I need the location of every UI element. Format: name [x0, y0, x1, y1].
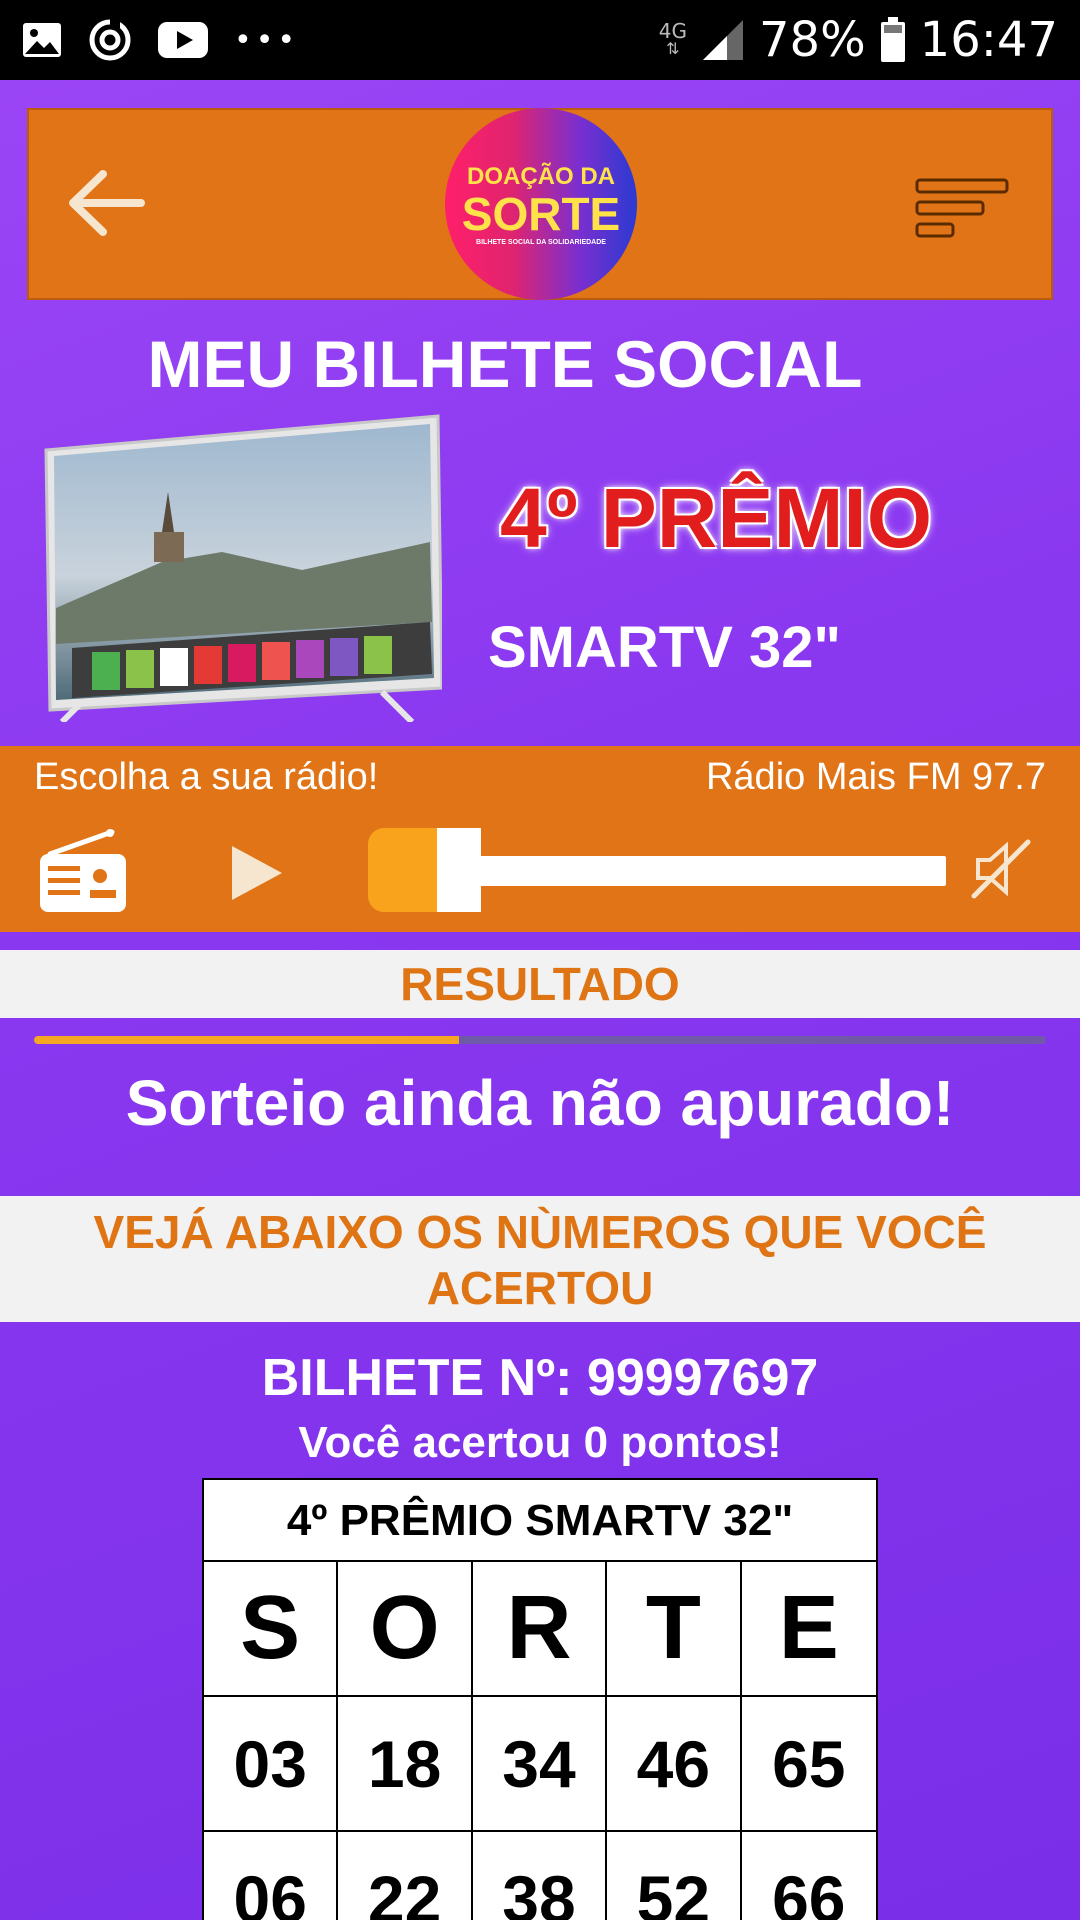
status-bar: ••• 4G ⇅ 78% 16:47	[0, 0, 1080, 80]
prize-name: SMARTV 32"	[488, 615, 842, 680]
app-header: DOAÇÃO DA SORTE BILHETE SOCIAL DA SOLIDA…	[27, 108, 1053, 300]
grid-number: 52	[607, 1832, 742, 1920]
grid-header-letter: T	[607, 1562, 742, 1697]
draw-status-message: Sorteio ainda não apurado!	[125, 1067, 955, 1139]
ticket-card-title: 4º PRÊMIO SMARTV 32"	[204, 1480, 876, 1562]
radio-player: Escolha a sua rádio! Rádio Mais FM 97.7	[0, 746, 1080, 932]
result-heading: RESULTADO	[0, 950, 1080, 1018]
ticket-grid: S O R T E 03 18 34 46 65 06 22 38 52 66	[204, 1562, 876, 1920]
result-progress-bar	[34, 1036, 1046, 1044]
volume-slider-thumb[interactable]	[437, 828, 481, 912]
network-indicator: 4G ⇅	[658, 19, 687, 58]
battery-icon	[880, 17, 905, 62]
volume-slider-fill	[368, 828, 437, 912]
grid-number: 22	[338, 1832, 473, 1920]
grid-number: 66	[742, 1832, 876, 1920]
radio-station-name[interactable]: Rádio Mais FM 97.7	[706, 756, 1046, 799]
signal-icon	[702, 20, 743, 60]
page-title: MEU BILHETE SOCIAL	[147, 327, 863, 401]
grid-header-letter: S	[204, 1562, 339, 1697]
ticket-card: 4º PRÊMIO SMARTV 32" S O R T E 03 18 34 …	[202, 1478, 878, 1920]
grid-header-letter: O	[338, 1562, 473, 1697]
grid-number: 65	[741, 1697, 876, 1832]
grid-number: 06	[204, 1832, 339, 1920]
back-arrow-icon[interactable]	[65, 168, 145, 238]
prize-title: 4º PRÊMIO	[500, 471, 933, 565]
gallery-icon	[23, 23, 61, 57]
grid-number: 38	[473, 1832, 608, 1920]
grid-header-letter: R	[472, 1562, 608, 1697]
clock: 16:47	[919, 12, 1058, 68]
smart-tv-image	[44, 414, 442, 722]
grid-number: 46	[607, 1697, 742, 1832]
radio-prompt[interactable]: Escolha a sua rádio!	[34, 756, 378, 799]
ticket-number: BILHETE Nº: 99997697	[261, 1349, 819, 1407]
radio-icon[interactable]	[38, 828, 128, 914]
grid-number: 34	[472, 1697, 608, 1832]
menu-icon[interactable]	[915, 178, 1011, 240]
result-progress-fill	[34, 1036, 460, 1044]
points-message: Você acertou 0 pontos!	[298, 1418, 782, 1467]
grid-header-letter: E	[741, 1562, 876, 1697]
see-below-banner: VEJÁ ABAIXO OS NÙMEROS QUE VOCÊ ACERTOU	[0, 1196, 1080, 1322]
app-logo: DOAÇÃO DA SORTE BILHETE SOCIAL DA SOLIDA…	[445, 108, 637, 300]
grid-number: 18	[338, 1697, 473, 1832]
sync-icon	[89, 18, 131, 61]
mute-icon[interactable]	[970, 838, 1032, 900]
youtube-icon	[158, 22, 208, 58]
battery-percent: 78%	[758, 12, 866, 68]
more-notifications-icon: •••	[234, 22, 300, 58]
grid-number: 03	[204, 1697, 339, 1832]
play-icon[interactable]	[228, 842, 286, 904]
